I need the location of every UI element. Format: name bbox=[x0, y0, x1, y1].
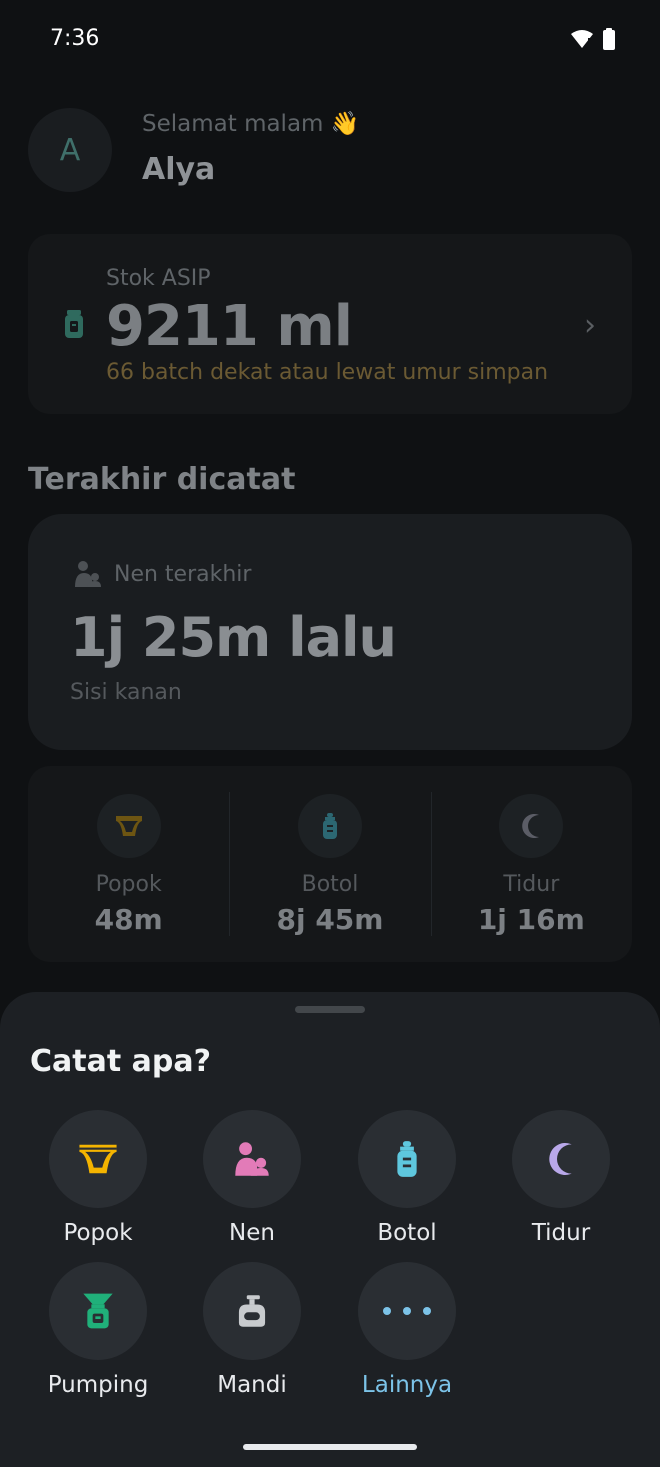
stat-sleep[interactable]: Tidur 1j 16m bbox=[430, 766, 632, 962]
action-circle[interactable] bbox=[512, 1110, 610, 1208]
stat-bottle[interactable]: Botol 8j 45m bbox=[229, 766, 430, 962]
action-pumping[interactable]: Pumping bbox=[28, 1262, 168, 1398]
nursing-icon bbox=[75, 561, 101, 587]
action-circle[interactable] bbox=[203, 1110, 301, 1208]
bottle-icon bbox=[322, 813, 337, 839]
stat-label: Botol bbox=[301, 872, 359, 897]
last-feed-card[interactable]: Nen terakhir 1j 25m lalu Sisi kanan bbox=[28, 514, 632, 750]
stat-icon-wrap bbox=[499, 794, 564, 858]
stat-label: Popok bbox=[95, 872, 162, 897]
user-name: Alya bbox=[142, 152, 216, 187]
last-feed-value: 1j 25m lalu bbox=[70, 606, 397, 669]
chevron-right-icon: › bbox=[584, 308, 596, 343]
stat-icon-wrap bbox=[297, 794, 362, 858]
diaper-icon bbox=[115, 816, 142, 836]
stat-value: 1j 16m bbox=[477, 903, 585, 936]
stock-warning: 66 batch dekat atau lewat umur simpan bbox=[106, 360, 549, 385]
bottle-icon bbox=[397, 1141, 417, 1177]
nursing-icon bbox=[235, 1142, 269, 1176]
stat-label: Tidur bbox=[503, 872, 560, 897]
action-botol[interactable]: Botol bbox=[337, 1110, 477, 1246]
drag-handle[interactable] bbox=[295, 1006, 365, 1013]
action-nen[interactable]: Nen bbox=[182, 1110, 322, 1246]
diaper-icon bbox=[79, 1144, 117, 1174]
last-feed-label: Nen terakhir bbox=[114, 562, 252, 587]
avatar[interactable]: A bbox=[28, 108, 112, 192]
log-bottom-sheet: Catat apa? Popok Nen Botol Tidur Pumping… bbox=[0, 992, 660, 1467]
action-label: Nen bbox=[229, 1220, 275, 1246]
section-title: Terakhir dicatat bbox=[28, 462, 296, 497]
avatar-letter: A bbox=[59, 132, 81, 168]
action-label: Pumping bbox=[47, 1372, 149, 1398]
action-circle[interactable] bbox=[49, 1110, 147, 1208]
stock-label: Stok ASIP bbox=[106, 266, 211, 291]
stock-card[interactable]: Stok ASIP 9211 ml 66 batch dekat atau le… bbox=[28, 234, 632, 414]
action-label: Mandi bbox=[217, 1372, 287, 1398]
milk-jar-icon bbox=[65, 310, 83, 338]
action-circle[interactable] bbox=[358, 1262, 456, 1360]
pump-icon bbox=[83, 1293, 113, 1329]
gesture-bar[interactable] bbox=[243, 1444, 417, 1450]
moon-icon bbox=[549, 1143, 572, 1175]
last-feed-side: Sisi kanan bbox=[70, 680, 182, 705]
stats-card: Popok 48m Botol 8j 45m Tidur 1j 16m bbox=[28, 766, 632, 962]
action-mandi[interactable]: Mandi bbox=[182, 1262, 322, 1398]
action-label: Popok bbox=[63, 1220, 133, 1246]
more-icon bbox=[383, 1307, 431, 1315]
sheet-title: Catat apa? bbox=[30, 1044, 211, 1079]
action-tidur[interactable]: Tidur bbox=[491, 1110, 631, 1246]
action-popok[interactable]: Popok bbox=[28, 1110, 168, 1246]
stock-value: 9211 ml bbox=[106, 294, 353, 359]
stat-icon-wrap bbox=[96, 794, 161, 858]
action-circle[interactable] bbox=[49, 1262, 147, 1360]
greeting-text: Selamat malam 👋 bbox=[142, 111, 360, 137]
stat-value: 8j 45m bbox=[276, 903, 384, 936]
action-label: Lainnya bbox=[361, 1372, 453, 1398]
stat-value: 48m bbox=[94, 903, 163, 936]
action-label: Botol bbox=[377, 1220, 437, 1246]
moon-icon bbox=[522, 814, 540, 838]
soap-icon bbox=[238, 1295, 266, 1327]
action-lainnya[interactable]: Lainnya bbox=[337, 1262, 477, 1398]
action-label: Tidur bbox=[531, 1220, 591, 1246]
action-circle[interactable] bbox=[358, 1110, 456, 1208]
action-circle[interactable] bbox=[203, 1262, 301, 1360]
stat-diaper[interactable]: Popok 48m bbox=[28, 766, 229, 962]
